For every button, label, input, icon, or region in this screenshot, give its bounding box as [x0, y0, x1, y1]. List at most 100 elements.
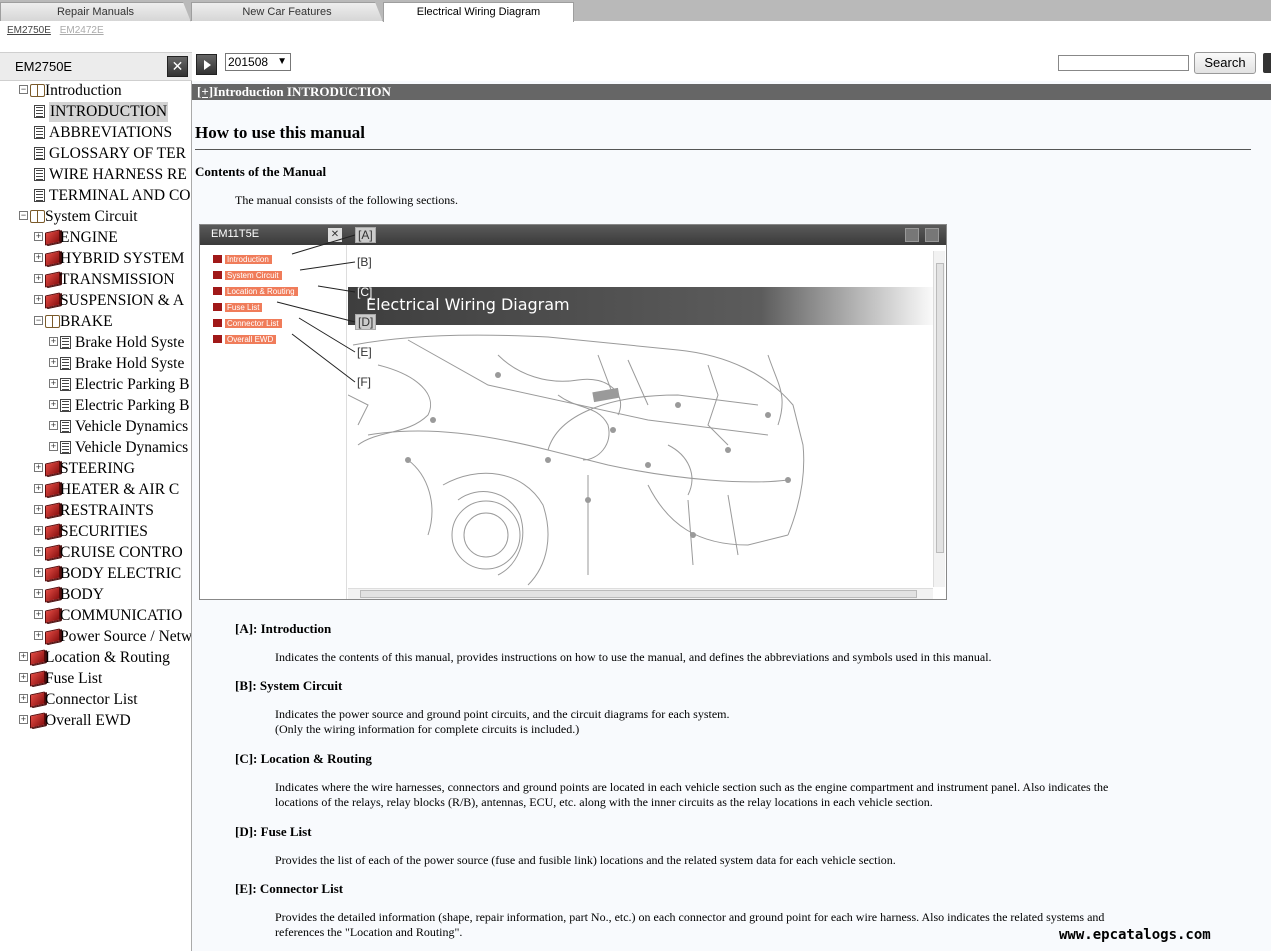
tree-item[interactable]: + HEATER & AIR C	[0, 480, 191, 501]
tree-item[interactable]: + Vehicle Dynamics	[0, 438, 191, 459]
expand-icon[interactable]: +	[19, 694, 28, 703]
section-description: Provides the detailed information (shape…	[275, 910, 1105, 924]
tree-item[interactable]: ABBREVIATIONS	[0, 123, 191, 144]
book-icon	[45, 250, 60, 267]
tree-item[interactable]: + Brake Hold Syste	[0, 354, 191, 375]
tree-item[interactable]: + STEERING	[0, 459, 191, 480]
expand-icon[interactable]: +	[34, 295, 43, 304]
manual-id-title: EM2750E	[15, 59, 73, 74]
tree-item[interactable]: + Fuse List	[0, 669, 191, 690]
expand-icon[interactable]: +	[49, 442, 58, 451]
page-icon	[34, 105, 45, 118]
expand-icon[interactable]: +	[34, 232, 43, 241]
collapse-icon[interactable]: −	[19, 211, 28, 220]
play-icon[interactable]	[196, 54, 217, 75]
tree-item[interactable]: + Brake Hold Syste	[0, 333, 191, 354]
search-button[interactable]: Search	[1194, 52, 1256, 74]
expand-icon[interactable]: +	[34, 526, 43, 535]
tree-item-label: CRUISE CONTRO	[60, 544, 183, 561]
tree-item[interactable]: + Vehicle Dynamics	[0, 417, 191, 438]
tree-item[interactable]: + SUSPENSION & A	[0, 291, 191, 312]
print-icon[interactable]	[1263, 53, 1271, 73]
book-icon	[45, 481, 60, 498]
content-toolbar: 201508 ▼ Search	[192, 52, 1271, 81]
tree-item[interactable]: + SECURITIES	[0, 522, 191, 543]
tree-item-label: Vehicle Dynamics	[75, 418, 189, 435]
book-icon	[45, 271, 60, 288]
tree-item[interactable]: + Location & Routing	[0, 648, 191, 669]
close-panel-button[interactable]: ✕	[167, 56, 188, 77]
tab-electrical-wiring-diagram[interactable]: Electrical Wiring Diagram	[383, 2, 574, 22]
tree-item[interactable]: + Power Source / Netw	[0, 627, 191, 648]
expand-icon[interactable]: +	[49, 379, 58, 388]
tab-new-car-features[interactable]: New Car Features	[191, 2, 383, 22]
doc-link-em2472e[interactable]: EM2472E	[60, 25, 104, 36]
expand-icon[interactable]: +	[34, 463, 43, 472]
expand-icon[interactable]: +	[19, 652, 28, 661]
tab-repair-manuals[interactable]: Repair Manuals	[0, 2, 191, 22]
book-icon	[45, 628, 60, 645]
tree-item[interactable]: − System Circuit	[0, 207, 191, 228]
collapse-icon[interactable]: −	[34, 316, 43, 325]
callout-f: [F]	[357, 375, 371, 389]
tree-item-label: Overall EWD	[45, 712, 131, 729]
expand-icon[interactable]: +	[49, 358, 58, 367]
book-icon	[30, 691, 45, 708]
expand-icon[interactable]: +	[34, 484, 43, 493]
book-icon	[30, 712, 45, 729]
tree-item[interactable]: + TRANSMISSION	[0, 270, 191, 291]
doc-link-em2750e[interactable]: EM2750E	[7, 25, 51, 36]
tree-item[interactable]: + COMMUNICATIO	[0, 606, 191, 627]
tree-item[interactable]: TERMINAL AND CO	[0, 186, 191, 207]
expand-icon[interactable]: +	[34, 274, 43, 283]
book-icon	[45, 502, 60, 519]
figure-horizontal-scrollbar	[348, 588, 933, 599]
collapse-icon[interactable]: −	[19, 85, 28, 94]
expand-icon[interactable]: +	[34, 631, 43, 640]
expand-icon[interactable]: +	[19, 673, 28, 682]
tree-item[interactable]: WIRE HARNESS RE	[0, 165, 191, 186]
expand-icon[interactable]: +	[34, 610, 43, 619]
scroll-thumb	[936, 263, 944, 553]
tree-item[interactable]: + BODY ELECTRIC	[0, 564, 191, 585]
tree-item[interactable]: + Connector List	[0, 690, 191, 711]
tab-label: Electrical Wiring Diagram	[416, 6, 541, 18]
tree-item[interactable]: + ENGINE	[0, 228, 191, 249]
tree-item-label: Location & Routing	[45, 649, 170, 666]
section-title: Introduction INTRODUCTION	[213, 84, 391, 99]
section-toggle-link[interactable]: [+]	[197, 84, 213, 99]
expand-icon[interactable]: +	[49, 421, 58, 430]
tree-item-label: HEATER & AIR C	[60, 481, 180, 498]
expand-icon[interactable]: +	[34, 589, 43, 598]
expand-icon[interactable]: +	[34, 505, 43, 514]
tree-item[interactable]: + Electric Parking B	[0, 396, 191, 417]
expand-icon[interactable]: +	[34, 568, 43, 577]
version-value: 201508	[228, 55, 269, 69]
expand-icon[interactable]: +	[19, 715, 28, 724]
tree-item[interactable]: − BRAKE	[0, 312, 191, 333]
tree-item-label: GLOSSARY OF TER	[49, 145, 186, 162]
version-select[interactable]: 201508 ▼	[225, 53, 291, 71]
tree-item[interactable]: + Overall EWD	[0, 711, 191, 732]
tree-item-label: SUSPENSION & A	[60, 292, 185, 309]
search-input[interactable]	[1058, 55, 1189, 71]
tree-item[interactable]: + Electric Parking B	[0, 375, 191, 396]
book-icon	[45, 586, 60, 603]
expand-icon[interactable]: +	[34, 253, 43, 262]
tree-item-label: Brake Hold Syste	[75, 334, 185, 351]
book-icon	[45, 544, 60, 561]
tree-item-label: ABBREVIATIONS	[49, 124, 173, 141]
page-icon	[60, 336, 71, 349]
tree-item[interactable]: − Introduction	[0, 81, 191, 102]
tree-item[interactable]: + CRUISE CONTRO	[0, 543, 191, 564]
tree-item[interactable]: INTRODUCTION	[0, 102, 191, 123]
tree-item-label: System Circuit	[45, 208, 138, 225]
contents-heading: Contents of the Manual	[195, 164, 327, 179]
expand-icon[interactable]: +	[49, 337, 58, 346]
tree-item[interactable]: + HYBRID SYSTEM	[0, 249, 191, 270]
expand-icon[interactable]: +	[49, 400, 58, 409]
tree-item[interactable]: + BODY	[0, 585, 191, 606]
tree-item[interactable]: + RESTRAINTS	[0, 501, 191, 522]
tree-item[interactable]: GLOSSARY OF TER	[0, 144, 191, 165]
expand-icon[interactable]: +	[34, 547, 43, 556]
